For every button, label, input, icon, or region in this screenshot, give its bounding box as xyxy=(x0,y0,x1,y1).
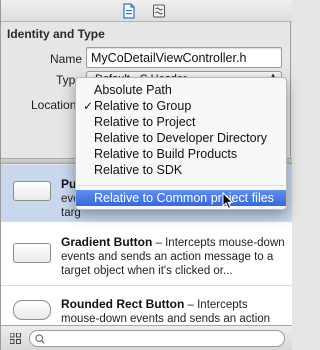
mouse-cursor-icon xyxy=(222,192,234,210)
menu-item-absolute-path[interactable]: Absolute Path xyxy=(76,82,286,98)
menu-item-relative-to-sdk[interactable]: Relative to SDK xyxy=(76,162,286,178)
identity-type-heading: Identity and Type xyxy=(7,27,105,41)
menu-separator xyxy=(77,185,285,186)
library-icon[interactable] xyxy=(152,3,166,19)
gradient-button-thumbnail-icon xyxy=(13,243,51,263)
name-label: Name xyxy=(49,52,82,66)
menu-item-label: Relative to Build Products xyxy=(94,147,238,161)
file-inspector-icon[interactable] xyxy=(122,3,136,19)
menu-item-label: Relative to Group xyxy=(94,99,192,113)
inspector-panel: Identity and Type Name MyCoDetailViewCon… xyxy=(0,0,292,350)
library-item-rounded-rect-button[interactable]: Rounded Rect Button – Intercepts mouse-d… xyxy=(1,286,292,325)
menu-item-relative-to-group[interactable]: ✓ Relative to Group xyxy=(76,98,286,114)
menu-item-label: Relative to SDK xyxy=(94,163,183,177)
inspector-toolbar xyxy=(1,0,292,22)
menu-item-label: Absolute Path xyxy=(94,83,172,97)
location-menu: Absolute Path ✓ Relative to Group Relativ… xyxy=(75,77,287,210)
library-bottom-bar xyxy=(1,325,292,350)
library-item-text: Gradient Button – Intercepts mouse-down … xyxy=(61,235,285,278)
library-item-text: Rounded Rect Button – Intercepts mouse-d… xyxy=(61,297,285,326)
rounded-rect-button-thumbnail-icon xyxy=(13,300,51,320)
library-item-title: Gradient Button xyxy=(61,235,153,249)
library-item-gradient-button[interactable]: Gradient Button – Intercepts mouse-down … xyxy=(1,222,292,286)
menu-item-relative-to-project[interactable]: Relative to Project xyxy=(76,114,286,130)
menu-item-label: Relative to Common project files xyxy=(94,191,274,205)
menu-item-relative-to-developer-directory[interactable]: Relative to Developer Directory xyxy=(76,130,286,146)
location-label: Location xyxy=(31,98,77,112)
filter-icon xyxy=(35,334,45,344)
library-search-field[interactable] xyxy=(29,330,285,347)
checkmark-icon: ✓ xyxy=(83,99,94,113)
menu-item-label: Relative to Project xyxy=(94,115,196,129)
push-button-thumbnail-icon xyxy=(13,181,51,201)
name-field[interactable]: MyCoDetailViewController.h xyxy=(86,47,282,68)
library-item-title: Rounded Rect Button xyxy=(61,297,185,311)
menu-item-label: Relative to Developer Directory xyxy=(94,131,267,145)
menu-item-relative-to-common-project-files[interactable]: Relative to Common project files xyxy=(76,190,286,206)
menu-item-relative-to-build-products[interactable]: Relative to Build Products xyxy=(76,146,286,162)
grid-view-icon[interactable] xyxy=(10,333,21,344)
